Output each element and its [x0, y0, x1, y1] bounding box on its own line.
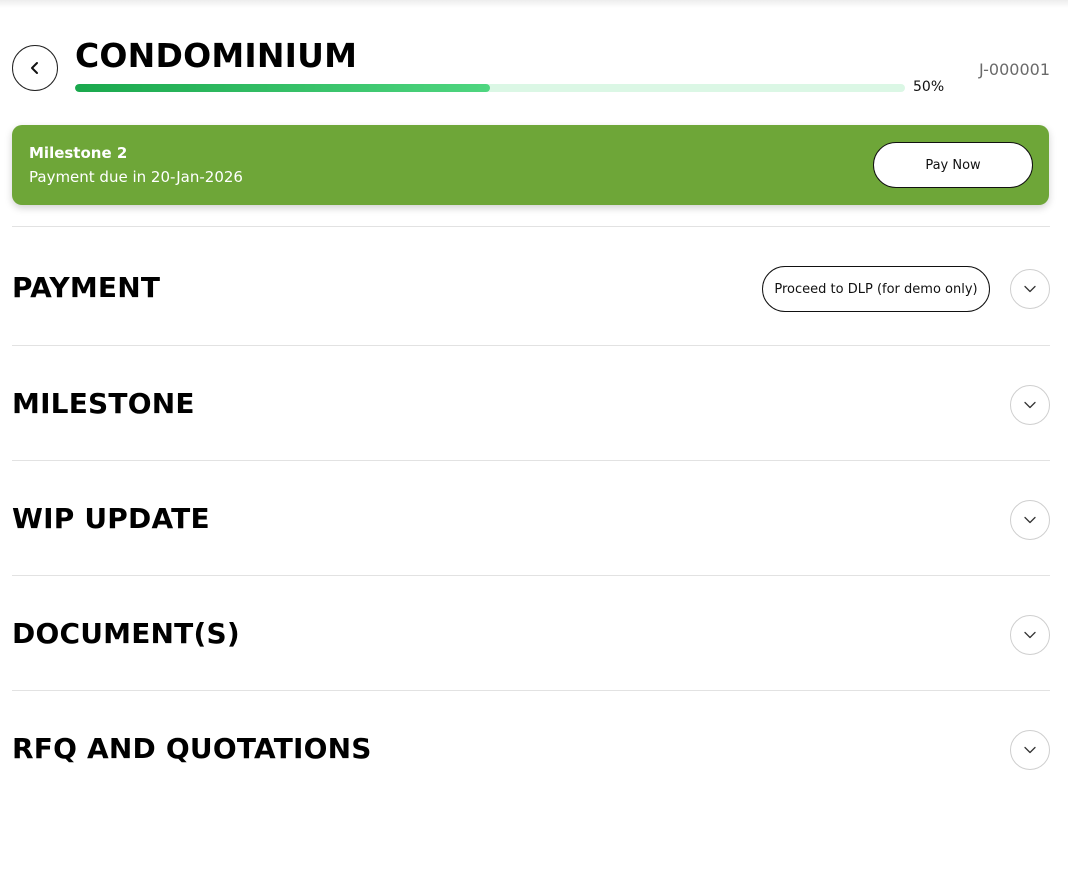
section-title: PAYMENT	[12, 271, 161, 304]
chevron-down-icon	[1024, 746, 1036, 754]
section-documents: DOCUMENT(S)	[12, 575, 1050, 691]
chevron-left-icon	[31, 62, 38, 74]
section-title: RFQ AND QUOTATIONS	[12, 732, 372, 765]
top-image-strip	[0, 0, 1068, 8]
chevron-down-icon	[1024, 516, 1036, 524]
expand-wip-update-button[interactable]	[1010, 500, 1050, 540]
expand-milestone-button[interactable]	[1010, 385, 1050, 425]
section-rfq-and-quotations: RFQ AND QUOTATIONS	[12, 690, 1050, 806]
chevron-down-icon	[1024, 401, 1036, 409]
section-title: DOCUMENT(S)	[12, 617, 240, 650]
section-title: MILESTONE	[12, 387, 195, 420]
section-wip-update: WIP UPDATE	[12, 460, 1050, 576]
project-header: CONDOMINIUM 50% J-000001	[12, 36, 1050, 100]
proceed-to-dlp-button[interactable]: Proceed to DLP (for demo only)	[762, 266, 990, 312]
progress-label: 50%	[913, 79, 945, 95]
expand-payment-button[interactable]	[1010, 269, 1050, 309]
progress-bar	[75, 84, 905, 92]
chevron-down-icon	[1024, 631, 1036, 639]
back-button[interactable]	[12, 45, 58, 91]
section-payment: PAYMENT Proceed to DLP (for demo only)	[12, 226, 1050, 342]
section-milestone: MILESTONE	[12, 345, 1050, 461]
payment-due-banner: Milestone 2 Payment due in 20-Jan-2026 P…	[12, 125, 1049, 205]
banner-title: Milestone 2	[29, 144, 128, 162]
page-title: CONDOMINIUM	[75, 36, 358, 75]
progress-bar-fill	[75, 84, 490, 92]
section-title: WIP UPDATE	[12, 502, 210, 535]
banner-subtitle: Payment due in 20-Jan-2026	[29, 168, 243, 186]
chevron-down-icon	[1024, 285, 1036, 293]
expand-documents-button[interactable]	[1010, 615, 1050, 655]
job-id: J-000001	[979, 60, 1050, 79]
expand-rfq-button[interactable]	[1010, 730, 1050, 770]
pay-now-button[interactable]: Pay Now	[873, 142, 1033, 188]
